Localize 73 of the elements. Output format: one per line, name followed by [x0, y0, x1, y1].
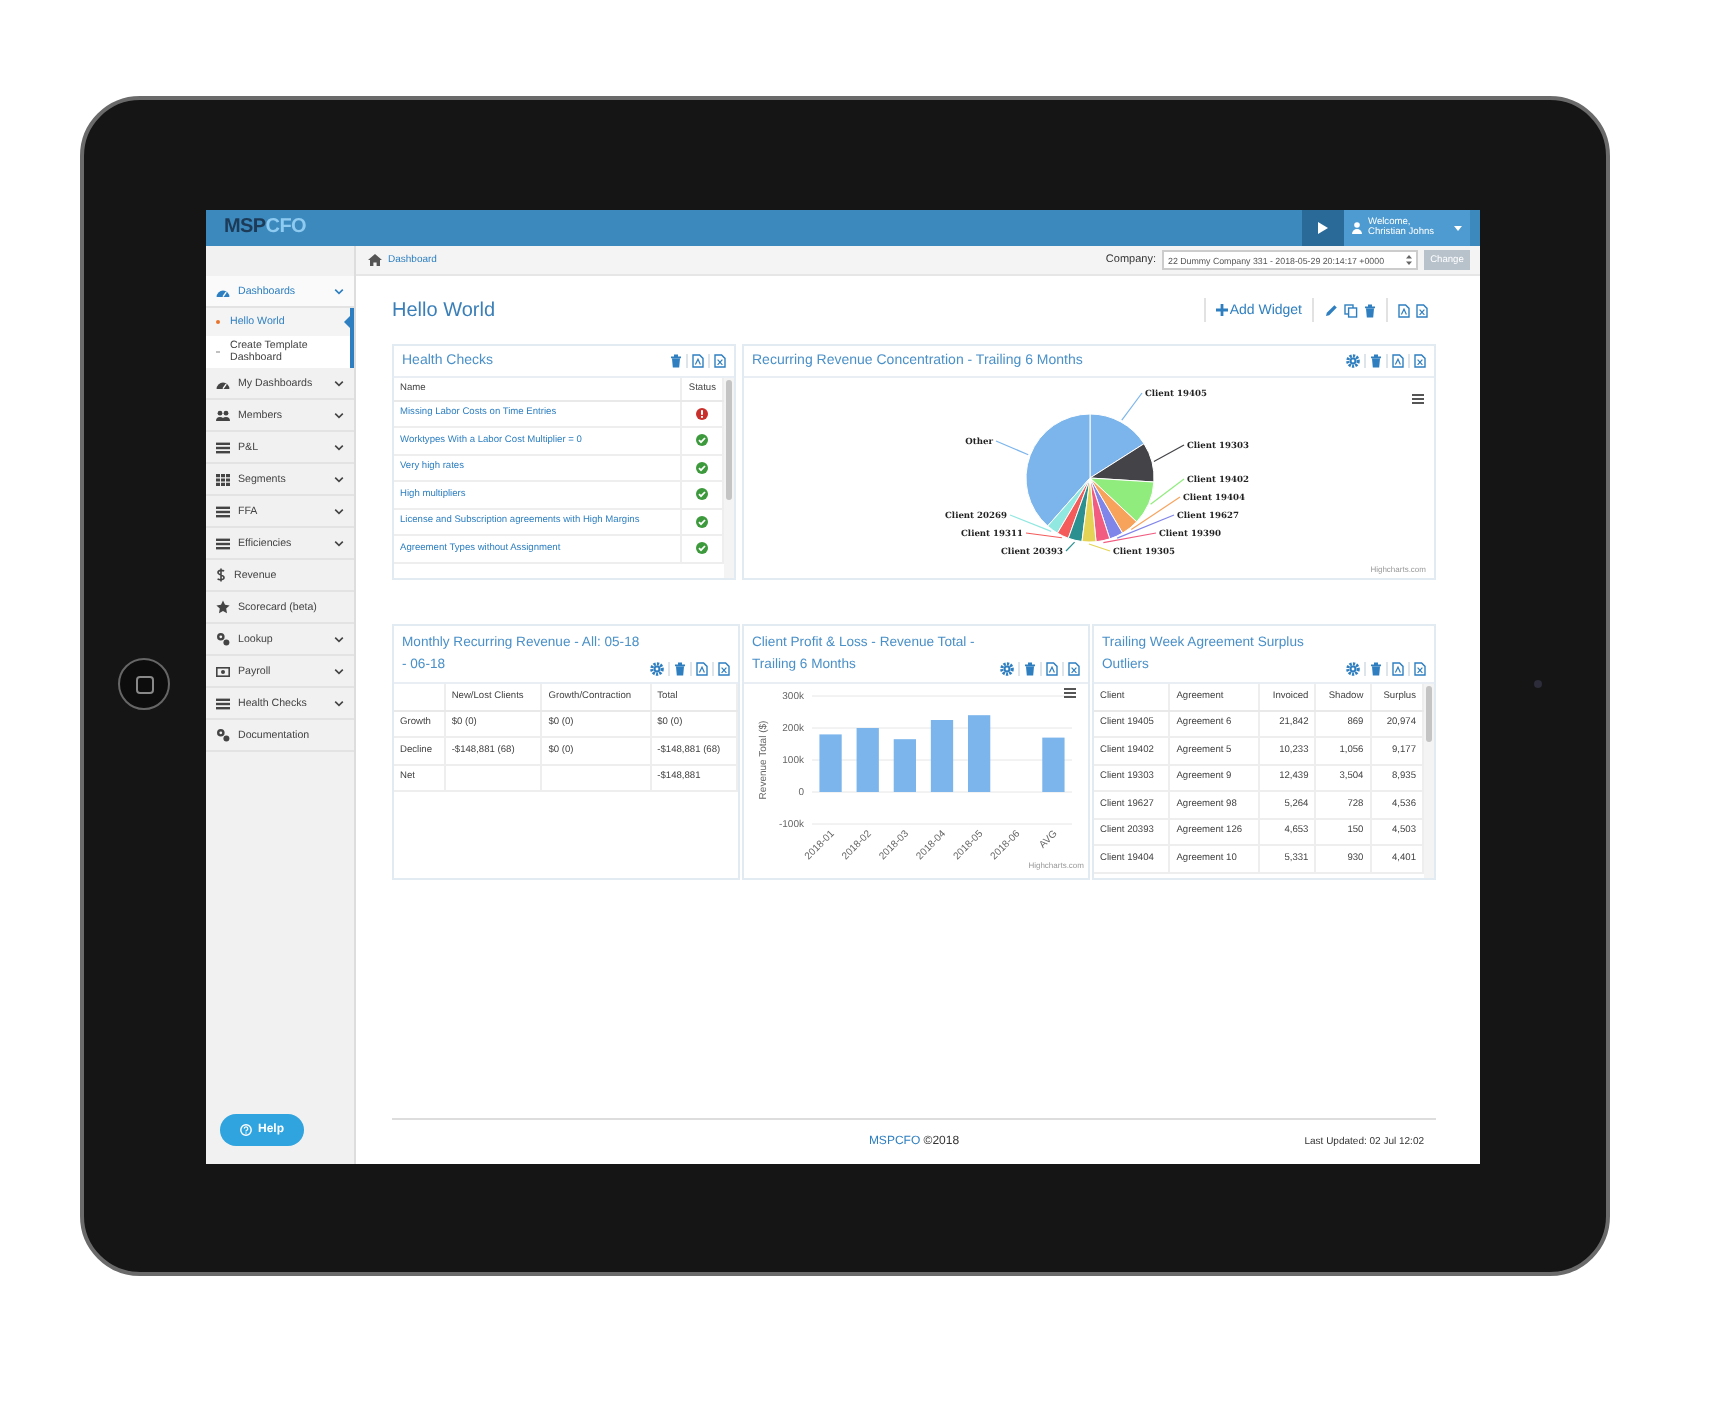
settings-icon[interactable]	[650, 662, 664, 676]
spreadsheet-file-icon[interactable]	[1416, 303, 1428, 317]
bar	[856, 728, 879, 792]
list-icon	[216, 441, 230, 453]
delete-icon[interactable]	[670, 354, 682, 368]
leader-line	[1121, 392, 1143, 421]
caret-icon	[1454, 225, 1462, 231]
bar	[893, 739, 916, 792]
settings-icon[interactable]	[1000, 662, 1014, 676]
list-icon	[216, 697, 230, 709]
play-icon	[1318, 222, 1328, 234]
banknote-icon	[216, 665, 230, 677]
file-icon[interactable]	[1392, 662, 1404, 676]
spreadsheet-file-icon[interactable]	[718, 662, 730, 676]
delete-icon[interactable]	[1370, 354, 1382, 368]
file-icon[interactable]	[1046, 662, 1058, 676]
chevron-down-icon	[334, 443, 344, 451]
delete-icon[interactable]	[1370, 662, 1382, 676]
grid-icon	[216, 473, 230, 485]
chevron-down-icon	[334, 699, 344, 707]
delete-icon[interactable]	[1024, 662, 1036, 676]
file-icon[interactable]	[1398, 303, 1410, 317]
bar	[1042, 737, 1065, 792]
settings-icon[interactable]	[1346, 662, 1360, 676]
plus-icon	[1215, 304, 1228, 316]
star-icon	[216, 600, 230, 614]
scrollbar[interactable]	[724, 378, 734, 578]
home-icon	[368, 254, 382, 266]
select-arrows-icon	[1406, 254, 1412, 266]
copy-icon[interactable]	[1344, 303, 1358, 317]
bar	[930, 720, 954, 792]
chevron-down-icon	[334, 507, 344, 515]
chevron-down-icon	[334, 667, 344, 675]
spreadsheet-file-icon[interactable]	[714, 354, 726, 368]
menu-icon[interactable]	[1412, 394, 1424, 404]
user-icon	[1352, 222, 1362, 234]
play-button[interactable]	[1302, 210, 1344, 246]
spreadsheet-file-icon[interactable]	[1068, 662, 1080, 676]
gauge-icon	[216, 285, 230, 297]
logo: MSPCFO	[222, 214, 308, 242]
chevron-down-icon	[334, 635, 344, 643]
file-icon[interactable]	[696, 662, 708, 676]
dollar-icon	[216, 568, 226, 582]
menu-icon[interactable]	[1064, 688, 1076, 698]
page-title: Hello World	[392, 299, 495, 321]
file-icon[interactable]	[1392, 354, 1404, 368]
scrollbar[interactable]	[1424, 684, 1434, 878]
help-icon	[239, 1124, 252, 1136]
edit-icon[interactable]	[1324, 303, 1338, 317]
spreadsheet-file-icon[interactable]	[1414, 662, 1426, 676]
gauge-icon	[216, 377, 230, 389]
spreadsheet-file-icon[interactable]	[1414, 354, 1426, 368]
gears-icon	[216, 632, 230, 646]
gears-icon	[216, 728, 230, 742]
people-icon	[216, 409, 230, 421]
chevron-down-icon	[334, 379, 344, 387]
delete-icon[interactable]	[674, 662, 686, 676]
dash-icon	[216, 350, 220, 354]
list-icon	[216, 505, 230, 517]
chevron-down-icon	[334, 539, 344, 547]
chevron-down-icon	[334, 411, 344, 419]
bar	[968, 715, 991, 792]
settings-icon[interactable]	[1346, 354, 1360, 368]
file-icon[interactable]	[692, 354, 704, 368]
chevron-down-icon	[334, 287, 344, 295]
delete-icon[interactable]	[1364, 303, 1376, 317]
leader-line	[1153, 444, 1185, 463]
list-icon	[216, 537, 230, 549]
home-button[interactable]	[118, 658, 170, 710]
chevron-down-icon	[334, 475, 344, 483]
camera-icon	[1534, 680, 1542, 688]
leader-line	[995, 440, 1029, 456]
bar	[819, 734, 842, 792]
